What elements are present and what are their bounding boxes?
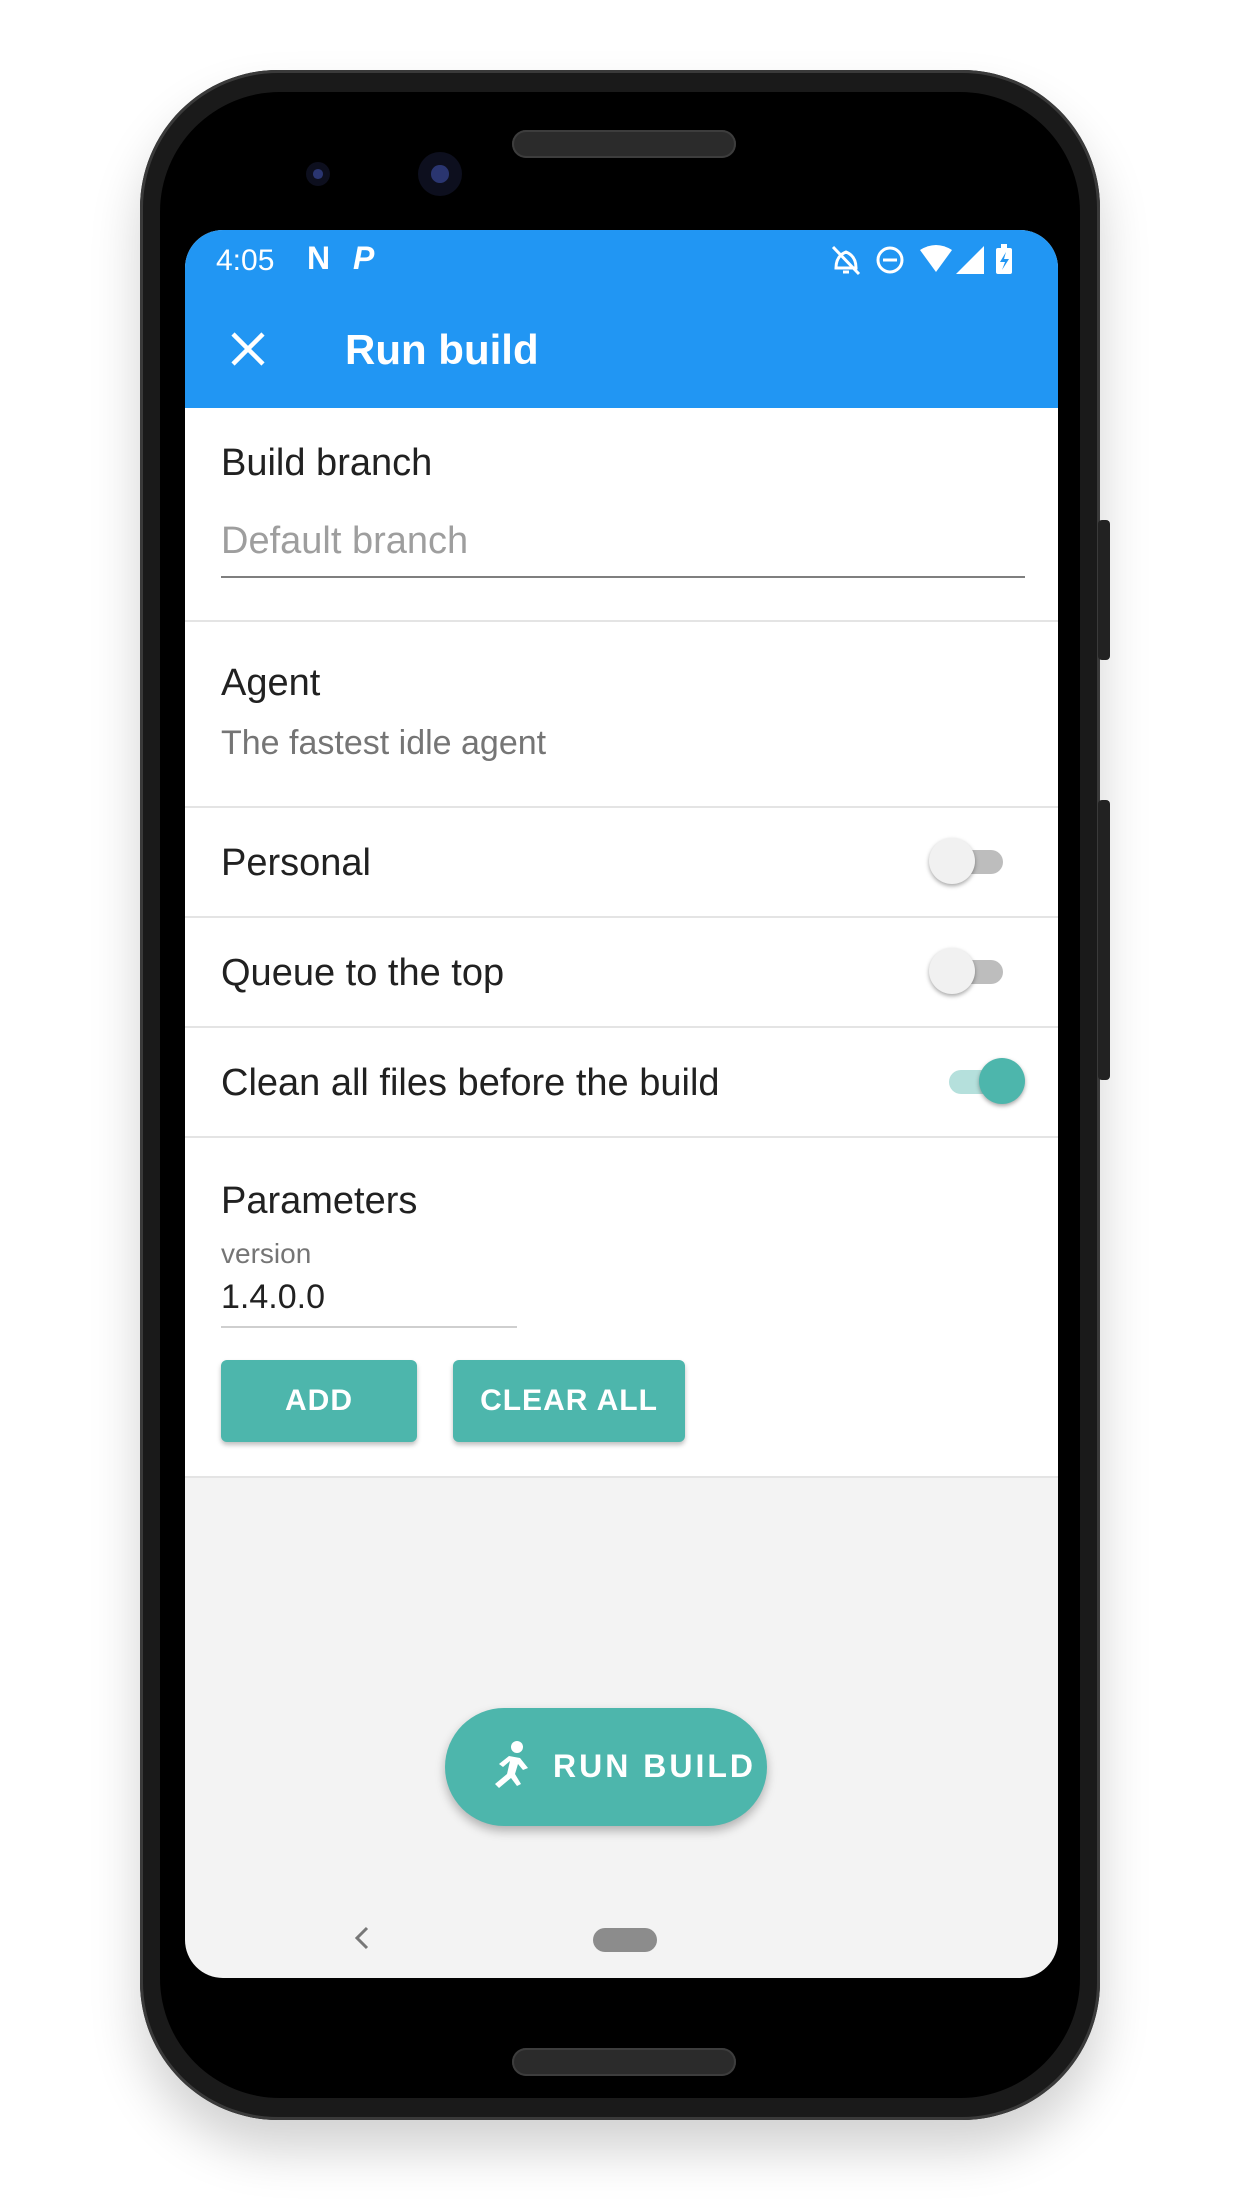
toggle-row-personal: Personal — [185, 808, 1058, 916]
bottom-speaker — [512, 2048, 736, 2076]
top-speaker — [512, 130, 736, 158]
status-time: 4:05 — [216, 244, 275, 277]
run-build-button[interactable]: RUN BUILD — [445, 1708, 767, 1826]
parameter-value-input[interactable]: 1.4.0.0 — [221, 1270, 517, 1330]
parameter-underline — [221, 1326, 517, 1328]
status-icons — [831, 244, 1012, 276]
back-icon[interactable] — [347, 1920, 377, 1956]
parameter-name: version — [221, 1238, 312, 1269]
queue-top-switch[interactable] — [929, 946, 1009, 996]
front-camera — [418, 152, 462, 196]
notification-n-icon: N — [307, 240, 331, 276]
divider — [185, 1476, 1058, 1478]
toggle-label: Personal — [221, 842, 371, 884]
build-branch-label: Build branch — [221, 442, 433, 484]
wifi-icon — [920, 245, 952, 272]
page-title: Run build — [345, 326, 539, 373]
run-build-form: Build branch Default branch Agent The fa… — [185, 408, 1058, 1476]
app-bar: Run build — [185, 290, 1058, 408]
parameters-label: Parameters — [221, 1180, 418, 1222]
volume-button — [1098, 800, 1110, 1080]
notifications-off-icon — [831, 245, 861, 276]
build-branch-placeholder: Default branch — [221, 520, 469, 562]
toggle-label: Queue to the top — [221, 952, 505, 994]
personal-switch[interactable] — [929, 836, 1009, 886]
add-parameter-button[interactable]: ADD — [221, 1360, 417, 1442]
toggle-label: Clean all files before the build — [221, 1062, 720, 1104]
notification-p-icon: P — [353, 240, 375, 276]
toggle-row-clean-files: Clean all files before the build — [185, 1028, 1058, 1136]
agent-label: Agent — [221, 662, 321, 704]
divider — [185, 1136, 1058, 1138]
agent-row[interactable]: Agent The fastest idle agent — [185, 622, 1058, 806]
clean-files-switch[interactable] — [943, 1056, 1025, 1106]
switch-thumb — [979, 1058, 1025, 1104]
battery-charging-icon — [996, 244, 1012, 274]
status-bar: 4:05 N P — [185, 230, 1058, 290]
parameter-value: 1.4.0.0 — [221, 1278, 325, 1316]
clear-all-button[interactable]: CLEAR ALL — [453, 1360, 685, 1442]
running-person-icon — [495, 1741, 528, 1788]
do-not-disturb-icon — [876, 246, 904, 274]
front-sensor — [306, 162, 330, 186]
close-icon[interactable] — [225, 326, 271, 372]
toggle-row-queue-top: Queue to the top — [185, 918, 1058, 1026]
cell-signal-icon — [956, 246, 984, 274]
power-button — [1098, 520, 1110, 660]
agent-value: The fastest idle agent — [221, 724, 547, 762]
build-branch-underline — [221, 576, 1025, 578]
run-build-label: RUN BUILD — [553, 1748, 756, 1784]
switch-thumb — [929, 948, 975, 994]
screen: 4:05 N P Run build Build branch Default … — [185, 230, 1058, 1978]
build-branch-input[interactable]: Default branch — [221, 508, 1025, 578]
home-pill[interactable] — [593, 1928, 657, 1952]
switch-thumb — [929, 838, 975, 884]
